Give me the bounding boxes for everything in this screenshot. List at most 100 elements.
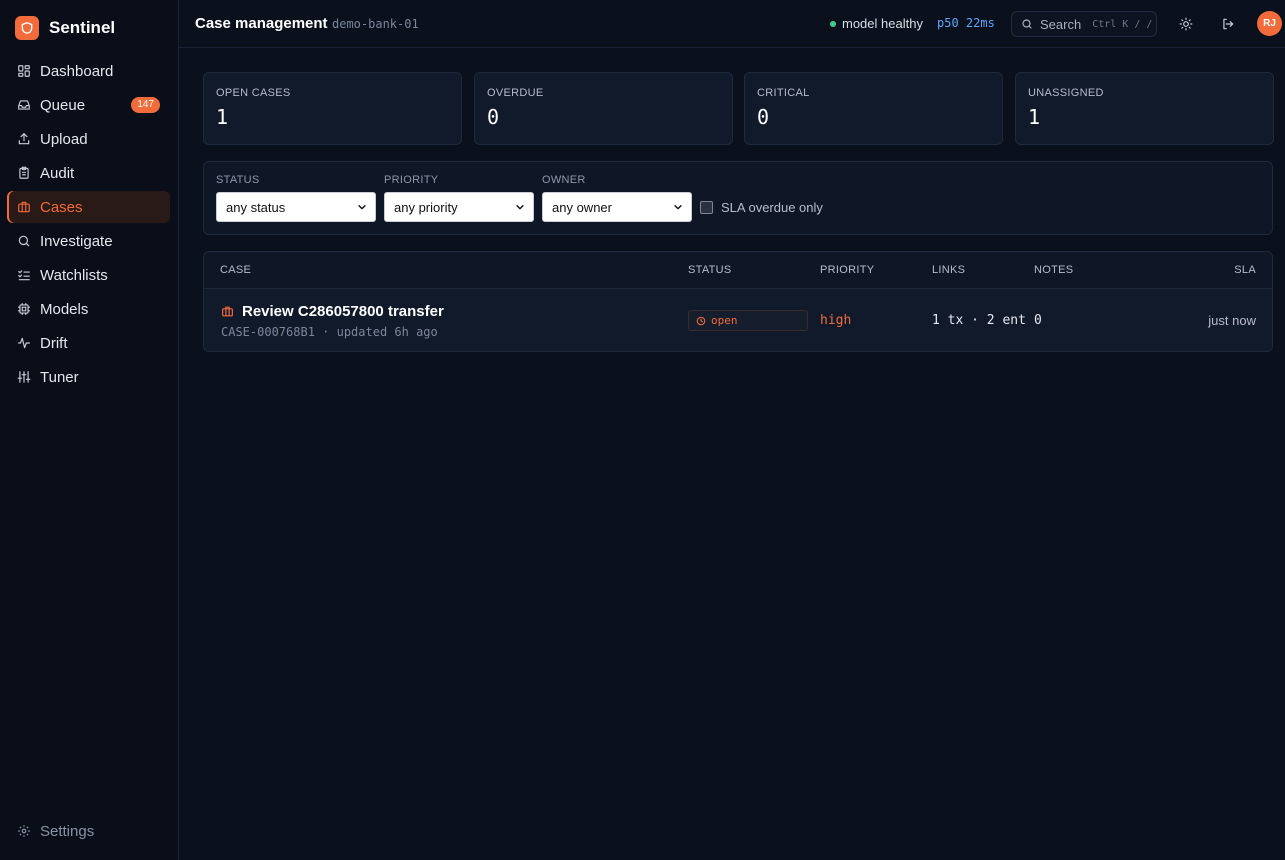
chevron-down-icon <box>674 205 682 210</box>
sidebar-item-cases[interactable]: Cases <box>7 191 170 223</box>
sidebar-item-settings[interactable]: Settings <box>7 815 170 847</box>
kpi-label: UNASSIGNED <box>1028 87 1104 99</box>
kpi-value: 1 <box>1028 105 1041 129</box>
owner-filter-label: OWNER <box>542 174 586 186</box>
gear-icon <box>18 825 30 837</box>
status-filter: STATUS any status <box>216 174 376 222</box>
sidebar-item-models[interactable]: Models <box>7 293 170 325</box>
kpi-label: OPEN CASES <box>216 87 291 99</box>
kpi-label: CRITICAL <box>757 87 810 99</box>
upload-icon <box>18 132 30 145</box>
priority-select-value: any priority <box>394 199 458 215</box>
sidebar-nav: Dashboard Queue 147 Upload Audit Cases I… <box>7 55 170 395</box>
cases-table: CASE STATUS PRIORITY LINKS NOTES SLA Rev… <box>203 251 1273 352</box>
chevron-down-icon <box>358 205 366 210</box>
priority-filter: PRIORITY any priority <box>384 174 534 222</box>
column-header-status[interactable]: STATUS <box>688 264 732 276</box>
owner-filter: OWNER any owner <box>542 174 692 222</box>
sidebar-item-label: Settings <box>40 822 95 840</box>
sidebar-item-label: Models <box>40 300 89 318</box>
sidebar-item-dashboard[interactable]: Dashboard <box>7 55 170 87</box>
owner-select[interactable]: any owner <box>542 192 692 222</box>
queue-count-badge: 147 <box>131 97 160 113</box>
checklist-icon <box>18 270 30 281</box>
clock-icon <box>696 316 706 325</box>
model-health-label: model healthy <box>842 16 923 31</box>
activity-icon <box>18 337 30 349</box>
latency-readout: p50 22ms <box>937 16 995 30</box>
shield-icon <box>15 16 39 40</box>
sla-overdue-checkbox[interactable] <box>700 201 713 214</box>
kpi-critical: CRITICAL 0 <box>744 72 1003 145</box>
sla-value: just now <box>1208 313 1256 328</box>
theme-toggle-button[interactable] <box>1176 14 1196 34</box>
sidebar-item-label: Audit <box>40 164 75 182</box>
filters-panel: STATUS any status PRIORITY any priority … <box>203 161 1273 235</box>
sidebar-footer: Settings <box>7 815 170 849</box>
column-header-links[interactable]: LINKS <box>932 264 965 276</box>
avatar[interactable]: RJ <box>1257 11 1282 36</box>
status-select-value: any status <box>226 199 286 215</box>
table-row[interactable]: Review C286057800 transfer CASE-000768B1… <box>204 289 1272 351</box>
search-shortcut: Ctrl K / / <box>1092 18 1153 30</box>
sidebar-item-label: Watchlists <box>40 266 108 284</box>
column-header-notes[interactable]: NOTES <box>1034 264 1073 276</box>
sidebar: Sentinel Dashboard Queue 147 Upload Audi… <box>0 0 179 860</box>
case-title[interactable]: Review C286057800 transfer <box>221 303 444 320</box>
priority-value: high <box>820 313 852 328</box>
table-header: CASE STATUS PRIORITY LINKS NOTES SLA <box>204 252 1272 289</box>
column-header-sla[interactable]: SLA <box>1234 264 1256 276</box>
sidebar-item-queue[interactable]: Queue 147 <box>7 89 170 121</box>
brand[interactable]: Sentinel <box>15 16 115 40</box>
priority-select[interactable]: any priority <box>384 192 534 222</box>
sla-overdue-label: SLA overdue only <box>721 200 823 215</box>
model-health-status: model healthy <box>830 16 923 31</box>
sla-overdue-toggle[interactable]: SLA overdue only <box>700 200 823 215</box>
sidebar-item-label: Upload <box>40 130 88 148</box>
inbox-icon <box>18 100 30 110</box>
priority-filter-label: PRIORITY <box>384 174 439 186</box>
sidebar-item-label: Cases <box>40 198 83 216</box>
search-icon <box>18 235 30 247</box>
sidebar-item-watchlists[interactable]: Watchlists <box>7 259 170 291</box>
kpi-unassigned: UNASSIGNED 1 <box>1015 72 1274 145</box>
column-header-case[interactable]: CASE <box>220 264 251 276</box>
logout-button[interactable] <box>1218 14 1238 34</box>
search-button[interactable]: Search Ctrl K / / <box>1011 11 1157 37</box>
case-title-text: Review C286057800 transfer <box>242 303 444 320</box>
column-header-priority[interactable]: PRIORITY <box>820 264 874 276</box>
sidebar-item-investigate[interactable]: Investigate <box>7 225 170 257</box>
kpi-overdue: OVERDUE 0 <box>474 72 733 145</box>
status-dot-icon <box>830 20 836 27</box>
status-badge: open <box>688 310 808 331</box>
clipboard-icon <box>19 166 29 179</box>
sidebar-item-tuner[interactable]: Tuner <box>7 361 170 393</box>
chevron-down-icon <box>516 205 524 210</box>
links-value: 1 tx · 2 ent <box>932 313 1026 328</box>
sidebar-item-label: Investigate <box>40 232 113 250</box>
sidebar-item-label: Tuner <box>40 368 79 386</box>
kpi-label: OVERDUE <box>487 87 544 99</box>
kpi-value: 0 <box>757 105 770 129</box>
sidebar-item-label: Drift <box>40 334 68 352</box>
dashboard-icon <box>18 65 30 77</box>
brand-name: Sentinel <box>49 18 116 37</box>
kpi-value: 1 <box>216 105 229 129</box>
sidebar-item-label: Dashboard <box>40 62 114 80</box>
owner-select-value: any owner <box>552 199 612 215</box>
briefcase-icon <box>18 201 30 213</box>
status-filter-label: STATUS <box>216 174 260 186</box>
sliders-icon <box>17 371 31 383</box>
status-select[interactable]: any status <box>216 192 376 222</box>
sidebar-item-drift[interactable]: Drift <box>7 327 170 359</box>
kpi-value: 0 <box>487 105 500 129</box>
sun-icon <box>1179 17 1193 31</box>
status-badge-label: open <box>711 314 738 327</box>
search-icon <box>1022 19 1032 29</box>
search-label: Search <box>1040 16 1082 32</box>
tenant-label: demo-bank-01 <box>332 17 419 31</box>
sidebar-item-audit[interactable]: Audit <box>7 157 170 189</box>
sidebar-item-upload[interactable]: Upload <box>7 123 170 155</box>
topbar: Case management demo-bank-01 model healt… <box>179 0 1285 48</box>
case-meta: CASE-000768B1 · updated 6h ago <box>221 325 438 339</box>
